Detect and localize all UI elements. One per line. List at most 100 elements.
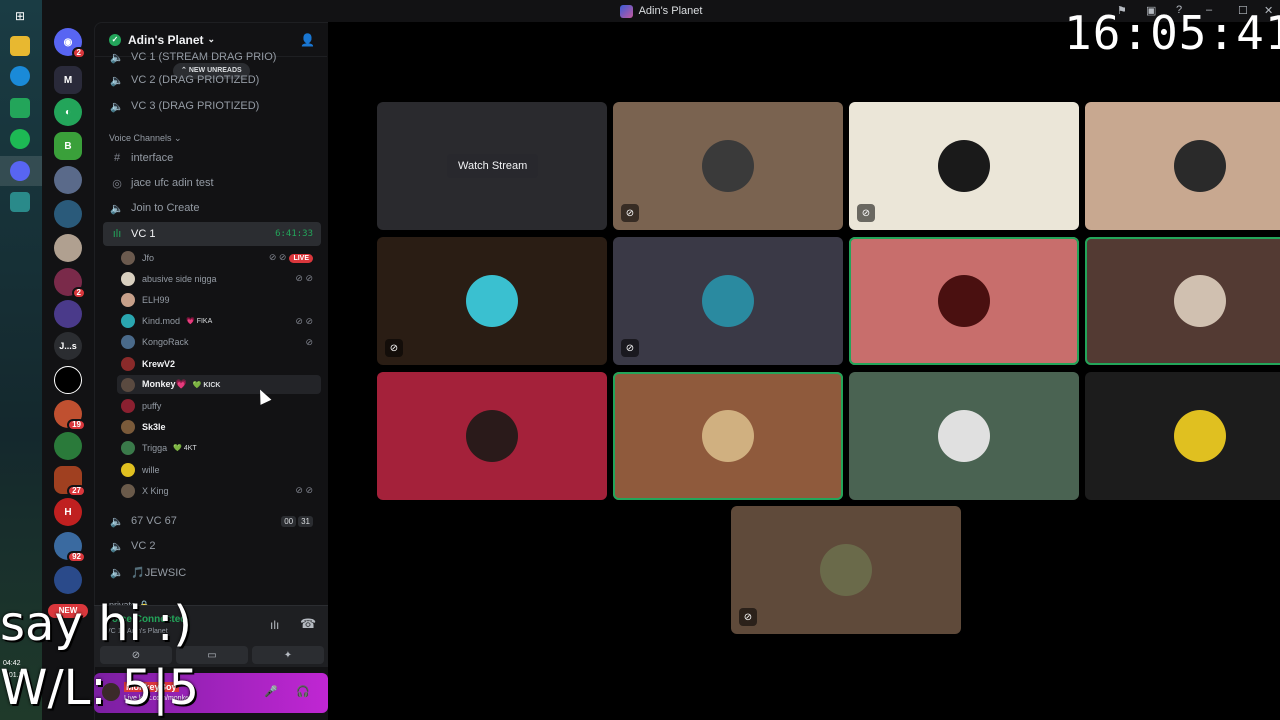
- avatar: [702, 275, 754, 327]
- deafened-icon: ⊘: [739, 608, 757, 626]
- avatar: [938, 275, 990, 327]
- category-voice-channels[interactable]: Voice Channels ⌄: [109, 133, 182, 144]
- channel-jewsic[interactable]: 🔈 🎵JEWSIC: [103, 560, 321, 584]
- speaker-icon: 🔈: [110, 515, 124, 528]
- voice-member[interactable]: KongoRack ⊘: [117, 333, 321, 352]
- stage-icon: ◎: [112, 177, 122, 190]
- voice-member[interactable]: Sk3le: [117, 418, 321, 437]
- user-limit: 00 31: [279, 515, 313, 527]
- avatar: [121, 462, 135, 477]
- channel-vc2-prio[interactable]: 🔈 VC 2 (DRAG PRIOTIZED): [103, 68, 321, 92]
- channel-vc3-prio[interactable]: 🔈 VC 3 (DRAG PRIOTIZED): [103, 94, 321, 118]
- member-name: Jfo: [142, 252, 155, 263]
- avatar: [1174, 275, 1226, 327]
- voice-member[interactable]: Jfo ⊘ ⊘ LIVE: [117, 248, 321, 267]
- microphone-icon[interactable]: 🎤: [264, 685, 278, 698]
- windows-start-icon[interactable]: ⊞: [10, 6, 30, 26]
- stream-tile[interactable]: Watch Stream: [377, 102, 607, 230]
- member-tag: 💚 4KT: [173, 445, 197, 453]
- participant-tile[interactable]: ⊘: [377, 237, 607, 365]
- server-icon[interactable]: 19: [54, 400, 86, 431]
- server-icon[interactable]: M: [54, 66, 82, 94]
- server-icon[interactable]: [54, 166, 82, 194]
- channel-vc2[interactable]: 🔈 VC 2: [103, 534, 321, 558]
- verified-icon: ✓: [109, 33, 121, 46]
- voice-member[interactable]: Kind.mod 💗 FIKA ⊘ ⊘: [117, 312, 321, 331]
- speaker-icon: 🔈: [110, 202, 124, 215]
- channel-join-to-create[interactable]: 🔈 Join to Create: [103, 196, 321, 220]
- server-icon[interactable]: 2: [54, 268, 86, 299]
- speaker-icon: 🔈: [110, 540, 124, 553]
- server-icon[interactable]: 27: [54, 466, 86, 497]
- voice-member[interactable]: Monkey💗 💚 KICK: [117, 375, 321, 395]
- deafened-icon: ⊘: [621, 339, 639, 357]
- server-icon[interactable]: [54, 234, 82, 262]
- mention-badge: 2: [71, 47, 86, 59]
- discord-window: Adin's Planet ⚑ ▣ ? – ☐ ✕ ◉ 2 M ◐ B 2 J..…: [42, 0, 1280, 720]
- channel-67vc67[interactable]: 🔈 67 VC 67 00 31: [103, 509, 321, 533]
- mute-status-icon: ⊘ ⊘: [295, 315, 313, 326]
- discord-home-icon[interactable]: ◉ 2: [54, 28, 86, 59]
- avatar: [938, 140, 990, 192]
- edge-browser-icon[interactable]: [10, 66, 30, 86]
- server-icon[interactable]: ◐: [54, 98, 82, 126]
- discord-taskbar-icon[interactable]: [10, 161, 30, 181]
- participant-tile[interactable]: ⊘: [613, 102, 843, 230]
- member-name: Monkey💗: [142, 379, 187, 390]
- avatar: [121, 398, 135, 413]
- server-folder[interactable]: J...s: [54, 332, 82, 360]
- participant-tile[interactable]: [1085, 237, 1280, 365]
- channel-jace-ufc[interactable]: ◎ jace ufc adin test: [103, 171, 321, 195]
- window-title: Adin's Planet: [638, 5, 703, 17]
- member-name: Trigga: [142, 443, 168, 454]
- server-icon[interactable]: B: [54, 132, 82, 160]
- participant-tile[interactable]: [613, 372, 843, 500]
- participant-tile[interactable]: ⊘: [849, 102, 1079, 230]
- participant-tile[interactable]: ⊘: [613, 237, 843, 365]
- member-name: KongoRack: [142, 337, 189, 348]
- avatar: [938, 410, 990, 462]
- noise-suppression-icon[interactable]: ılı: [270, 618, 279, 632]
- participant-tile[interactable]: [849, 237, 1079, 365]
- server-icon[interactable]: H: [54, 498, 82, 526]
- voice-member[interactable]: abusive side nigga ⊘ ⊘: [117, 269, 321, 288]
- member-name: abusive side nigga: [142, 273, 217, 284]
- member-name: ELH99: [142, 294, 170, 305]
- headphones-icon[interactable]: 🎧: [296, 685, 310, 698]
- voice-member[interactable]: KrewV2: [117, 354, 321, 373]
- server-icon[interactable]: [54, 566, 82, 594]
- channel-interface[interactable]: # interface: [103, 146, 321, 170]
- activities-icon: ✦: [283, 649, 293, 661]
- server-icon[interactable]: 92: [54, 532, 86, 563]
- mention-badge: 92: [67, 551, 86, 563]
- participant-tile[interactable]: [1085, 372, 1280, 500]
- voice-member[interactable]: ELH99: [117, 290, 321, 309]
- participant-tile[interactable]: ⊘: [731, 506, 961, 634]
- voice-member[interactable]: X King ⊘ ⊘: [117, 481, 321, 500]
- avatar: [702, 410, 754, 462]
- app-icon[interactable]: [10, 192, 30, 212]
- mention-badge: 19: [67, 419, 86, 431]
- disconnect-icon[interactable]: ☎: [300, 616, 316, 632]
- voice-member[interactable]: Trigga 💚 4KT: [117, 439, 321, 458]
- participant-tile[interactable]: [377, 372, 607, 500]
- participant-tile[interactable]: [849, 372, 1079, 500]
- watch-stream-button[interactable]: Watch Stream: [447, 154, 539, 178]
- participant-tile[interactable]: [1085, 102, 1280, 230]
- app-icon[interactable]: [10, 98, 30, 118]
- server-icon[interactable]: [54, 300, 82, 328]
- spotify-icon[interactable]: [10, 129, 30, 149]
- avatar: [121, 356, 135, 371]
- server-icon[interactable]: [54, 200, 82, 228]
- file-explorer-icon[interactable]: [10, 36, 30, 56]
- deafened-icon: ⊘: [621, 204, 639, 222]
- activities-button[interactable]: ✦: [252, 646, 324, 664]
- server-icon[interactable]: [54, 432, 82, 460]
- channel-vc1-active[interactable]: ılı VC 1 6:41:33: [103, 222, 321, 246]
- server-icon[interactable]: [54, 366, 82, 394]
- overlay-score: W/L: 5|5: [0, 660, 200, 716]
- voice-member[interactable]: puffy: [117, 396, 321, 415]
- voice-member[interactable]: wille: [117, 460, 321, 479]
- mention-badge: 2: [71, 287, 86, 299]
- avatar: [121, 335, 135, 350]
